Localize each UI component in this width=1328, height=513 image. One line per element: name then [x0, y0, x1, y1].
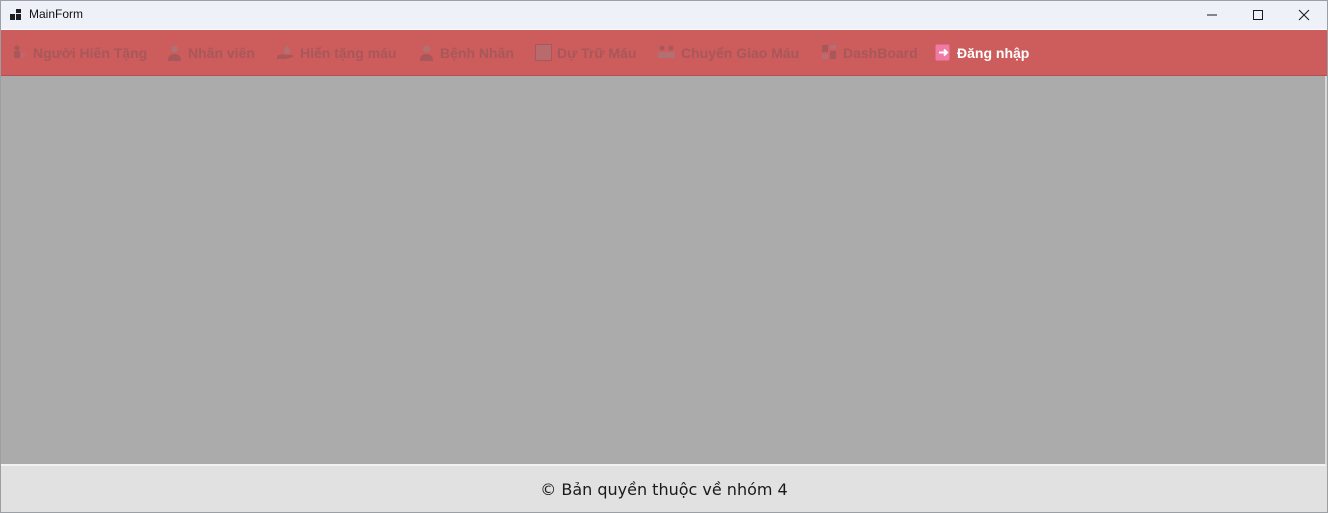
menu-item-blood-storage[interactable]: Dự Trữ Máu [535, 30, 636, 75]
menu-item-login[interactable]: Đăng nhập [935, 30, 1029, 75]
main-content-area [1, 76, 1327, 466]
menu-item-label: Đăng nhập [957, 44, 1030, 61]
copyright-text: © Bản quyền thuộc về nhóm 4 [540, 479, 788, 499]
menu-item-label: DashBoard [843, 44, 918, 61]
maximize-icon [1253, 10, 1263, 20]
menu-item-label: Dự Trữ Máu [557, 44, 637, 61]
close-icon [1298, 9, 1310, 21]
menu-item-patients[interactable]: Bệnh Nhân [418, 30, 514, 75]
blood-donation-icon [276, 44, 295, 61]
maximize-button[interactable] [1235, 1, 1281, 29]
minimize-icon [1207, 14, 1217, 16]
app-icon [10, 9, 22, 20]
menu-item-dashboard[interactable]: DashBoard [821, 30, 918, 75]
menu-item-label: Chuyển Giao Máu [681, 44, 800, 61]
menu-item-label: Nhân viên [188, 44, 255, 61]
close-button[interactable] [1281, 1, 1327, 29]
menu-item-label: Người Hiến Tặng [33, 44, 148, 61]
dashboard-icon [821, 44, 838, 61]
staff-icon [166, 44, 183, 61]
minimize-button[interactable] [1189, 1, 1235, 29]
footer: © Bản quyền thuộc về nhóm 4 [1, 466, 1327, 512]
donor-icon [11, 44, 28, 61]
patient-icon [418, 44, 435, 61]
menu-item-donors[interactable]: Người Hiến Tặng [11, 30, 147, 75]
window-title: MainForm [29, 7, 84, 21]
menu-item-blood-transfer[interactable]: Chuyển Giao Máu [657, 30, 799, 75]
menu-bar: Người Hiến Tặng Nhân viên Hiến tặng máu [1, 30, 1327, 76]
login-icon [935, 44, 952, 61]
blood-transfer-icon [657, 44, 676, 61]
title-bar[interactable]: MainForm [1, 1, 1327, 29]
blood-storage-icon [535, 44, 552, 61]
main-window: MainForm Người Hiến Tặng Nhân viên Hiến … [0, 0, 1328, 513]
menu-item-blood-donation[interactable]: Hiến tặng máu [276, 30, 396, 75]
menu-item-label: Bệnh Nhân [440, 44, 514, 61]
menu-item-staff[interactable]: Nhân viên [166, 30, 255, 75]
menu-item-label: Hiến tặng máu [300, 44, 397, 61]
